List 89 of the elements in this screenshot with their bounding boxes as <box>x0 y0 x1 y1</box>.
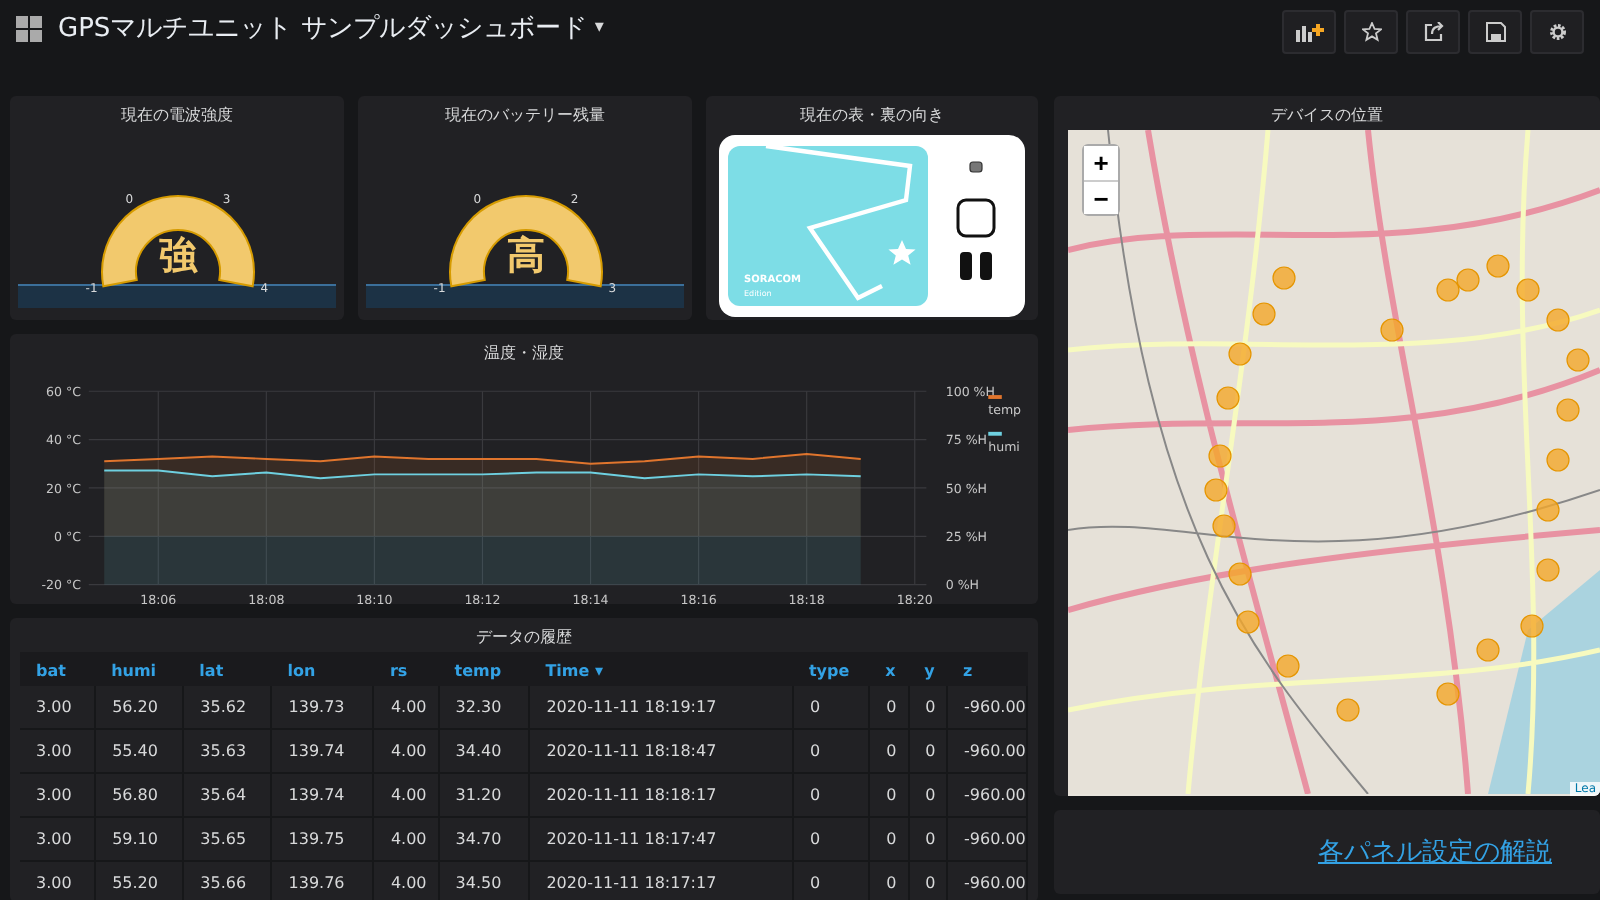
column-header[interactable]: temp <box>438 652 530 686</box>
dashboard-title[interactable]: GPSマルチユニット サンプルダッシュボード <box>58 10 587 46</box>
table-cell: 139.74 <box>271 729 374 773</box>
table-cell: 139.73 <box>271 686 374 729</box>
table-cell: 35.65 <box>183 817 272 861</box>
column-header[interactable]: y <box>908 652 948 686</box>
table-cell: 139.74 <box>271 773 374 817</box>
save-icon <box>1485 22 1505 42</box>
table-cell: 0 <box>908 686 948 729</box>
table-cell: -960.00 <box>947 773 1027 817</box>
table-cell: 139.76 <box>271 861 374 900</box>
column-header[interactable]: Time ▾ <box>529 652 793 686</box>
gauge-value: 高 <box>506 234 544 278</box>
table-cell: 56.80 <box>95 773 184 817</box>
table-cell: 34.70 <box>438 817 530 861</box>
table-cell: 0 <box>792 729 870 773</box>
table-cell: -960.00 <box>947 729 1027 773</box>
column-header[interactable]: rs <box>373 652 439 686</box>
table-cell: 32.30 <box>438 686 530 729</box>
table-cell: 0 <box>792 686 870 729</box>
table-cell: 3.00 <box>20 729 96 773</box>
table-cell: 55.20 <box>95 861 184 900</box>
column-header[interactable]: x <box>869 652 909 686</box>
table-cell: 31.20 <box>438 773 530 817</box>
table-cell: 55.40 <box>95 729 184 773</box>
column-header[interactable]: type <box>792 652 870 686</box>
dashboard-grid-icon[interactable] <box>16 15 42 41</box>
zoom-out-button[interactable]: − <box>1084 180 1118 214</box>
table-cell: 3.00 <box>20 686 96 729</box>
table-cell: 2020-11-11 18:18:47 <box>529 729 793 773</box>
table-cell: 0 <box>908 817 948 861</box>
table-cell: 34.40 <box>438 729 530 773</box>
table-cell: 35.63 <box>183 729 272 773</box>
table-cell: 2020-11-11 18:17:17 <box>529 861 793 900</box>
table-cell: 0 <box>792 773 870 817</box>
table-cell: 35.66 <box>183 861 272 900</box>
table-cell: 4.00 <box>373 861 439 900</box>
table-cell: 4.00 <box>373 729 439 773</box>
settings-button[interactable] <box>1530 10 1584 54</box>
help-link[interactable]: 各パネル設定の解説 <box>1318 834 1552 870</box>
panel-title: データの履歴 <box>474 626 574 650</box>
table-cell: 0 <box>869 773 909 817</box>
table-cell: 34.50 <box>438 861 530 900</box>
save-button[interactable] <box>1468 10 1522 54</box>
settings-icon <box>1547 22 1567 42</box>
table-cell: 0 <box>792 861 870 900</box>
share-icon <box>1423 22 1443 42</box>
star-icon <box>1361 22 1381 42</box>
table-cell: 0 <box>908 861 948 900</box>
table-cell: 2020-11-11 18:18:17 <box>529 773 793 817</box>
column-header[interactable]: z <box>947 652 1027 686</box>
table-cell: 3.00 <box>20 861 96 900</box>
table-cell: 0 <box>908 729 948 773</box>
column-header[interactable]: humi <box>95 652 184 686</box>
add-panel-button[interactable] <box>1282 10 1336 54</box>
share-button[interactable] <box>1406 10 1460 54</box>
panel-title: 現在のバッテリー残量 <box>443 104 607 128</box>
table-cell: 35.64 <box>183 773 272 817</box>
column-header[interactable]: lat <box>183 652 272 686</box>
panel-title: 温度・湿度 <box>482 342 566 366</box>
table-cell: -960.00 <box>947 817 1027 861</box>
panel-title: デバイスの位置 <box>1269 104 1385 128</box>
table-cell: 0 <box>792 817 870 861</box>
star-button[interactable] <box>1344 10 1398 54</box>
gauge-value: 強 <box>158 234 196 278</box>
table-cell: -960.00 <box>947 686 1027 729</box>
table-cell: 2020-11-11 18:19:17 <box>529 686 793 729</box>
table-cell: 59.10 <box>95 817 184 861</box>
table-cell: -960.00 <box>947 861 1027 900</box>
table-cell: 4.00 <box>373 773 439 817</box>
table-cell: 4.00 <box>373 686 439 729</box>
table-cell: 35.62 <box>183 686 272 729</box>
column-header[interactable]: lon <box>271 652 374 686</box>
table-cell: 0 <box>908 773 948 817</box>
table-cell: 4.00 <box>373 817 439 861</box>
add-panel-icon <box>1295 22 1323 42</box>
caret-icon[interactable]: ▾ <box>594 18 604 38</box>
table-cell: 3.00 <box>20 817 96 861</box>
table-cell: 3.00 <box>20 773 96 817</box>
table-cell: 0 <box>869 686 909 729</box>
panel-title: 現在の表・裏の向き <box>798 104 946 128</box>
table-cell: 139.75 <box>271 817 374 861</box>
table-cell: 0 <box>869 861 909 900</box>
table-cell: 56.20 <box>95 686 184 729</box>
column-header[interactable]: bat <box>20 652 96 686</box>
panel-title: 現在の電波強度 <box>119 104 235 128</box>
table-cell: 2020-11-11 18:17:47 <box>529 817 793 861</box>
table-cell: 0 <box>869 729 909 773</box>
table-cell: 0 <box>869 817 909 861</box>
